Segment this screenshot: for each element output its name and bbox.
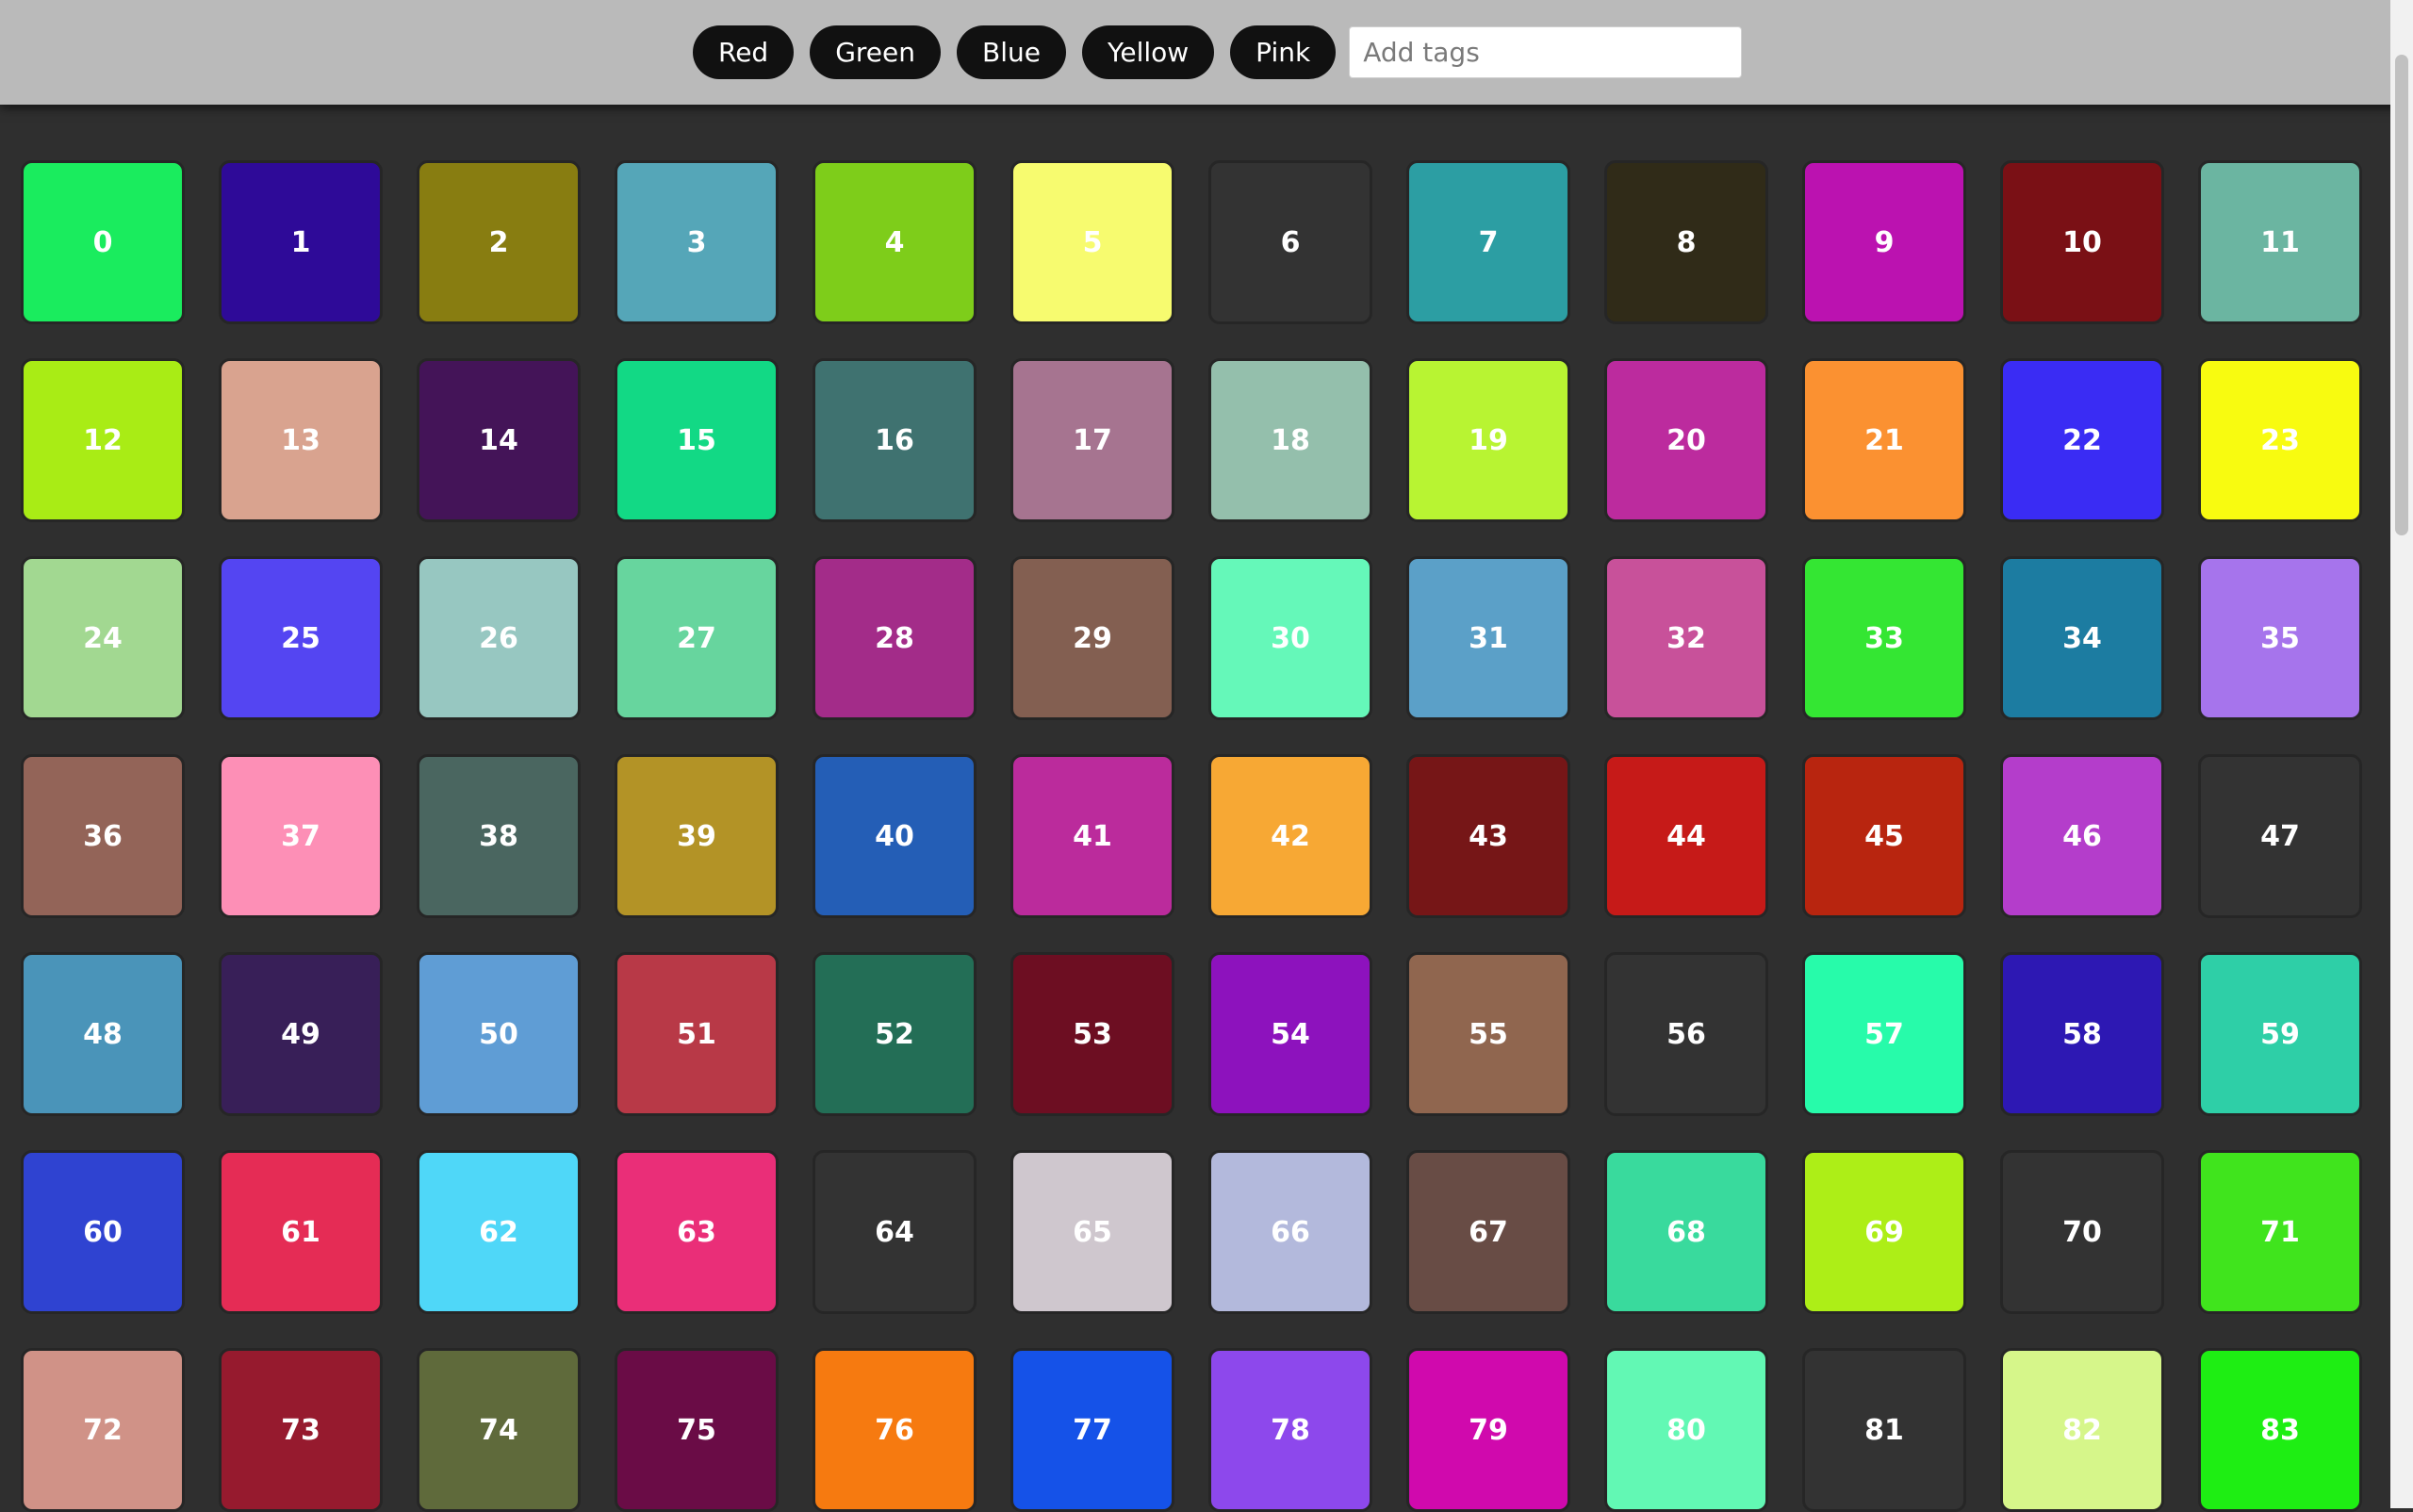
color-tile[interactable]: 17 bbox=[1010, 358, 1174, 522]
color-tile[interactable]: 37 bbox=[219, 754, 383, 918]
color-tile[interactable]: 57 bbox=[1802, 952, 1966, 1116]
color-tile[interactable]: 47 bbox=[2198, 754, 2362, 918]
tag-filter-bar: Red Green Blue Yellow Pink bbox=[693, 25, 1743, 79]
color-tile[interactable]: 0 bbox=[21, 160, 185, 324]
color-tile[interactable]: 42 bbox=[1208, 754, 1372, 918]
color-tile[interactable]: 41 bbox=[1010, 754, 1174, 918]
color-tile[interactable]: 83 bbox=[2198, 1348, 2362, 1512]
color-tile[interactable]: 78 bbox=[1208, 1348, 1372, 1512]
color-tile[interactable]: 29 bbox=[1010, 556, 1174, 720]
color-tile[interactable]: 32 bbox=[1604, 556, 1768, 720]
color-tile[interactable]: 48 bbox=[21, 952, 185, 1116]
color-tile[interactable]: 24 bbox=[21, 556, 185, 720]
color-tile[interactable]: 58 bbox=[2000, 952, 2164, 1116]
color-tile[interactable]: 16 bbox=[813, 358, 977, 522]
color-tile[interactable]: 43 bbox=[1406, 754, 1570, 918]
color-tile[interactable]: 75 bbox=[615, 1348, 779, 1512]
color-tile[interactable]: 22 bbox=[2000, 358, 2164, 522]
tag-red[interactable]: Red bbox=[693, 25, 795, 79]
color-tile[interactable]: 25 bbox=[219, 556, 383, 720]
color-tile[interactable]: 9 bbox=[1802, 160, 1966, 324]
top-toolbar: Red Green Blue Yellow Pink bbox=[0, 0, 2413, 105]
color-tile[interactable]: 46 bbox=[2000, 754, 2164, 918]
color-tile[interactable]: 10 bbox=[2000, 160, 2164, 324]
color-tile[interactable]: 62 bbox=[417, 1150, 581, 1314]
color-tile[interactable]: 77 bbox=[1010, 1348, 1174, 1512]
color-tile[interactable]: 21 bbox=[1802, 358, 1966, 522]
color-tile[interactable]: 15 bbox=[615, 358, 779, 522]
color-tile[interactable]: 19 bbox=[1406, 358, 1570, 522]
color-tile[interactable]: 51 bbox=[615, 952, 779, 1116]
color-tile[interactable]: 45 bbox=[1802, 754, 1966, 918]
color-tile[interactable]: 54 bbox=[1208, 952, 1372, 1116]
color-tile[interactable]: 38 bbox=[417, 754, 581, 918]
color-tile[interactable]: 80 bbox=[1604, 1348, 1768, 1512]
color-tile[interactable]: 66 bbox=[1208, 1150, 1372, 1314]
color-tile[interactable]: 82 bbox=[2000, 1348, 2164, 1512]
color-tile[interactable]: 6 bbox=[1208, 160, 1372, 324]
color-tile[interactable]: 14 bbox=[417, 358, 581, 522]
color-tile[interactable]: 2 bbox=[417, 160, 581, 324]
color-tile[interactable]: 59 bbox=[2198, 952, 2362, 1116]
color-tile[interactable]: 73 bbox=[219, 1348, 383, 1512]
color-tile-grid: 0 1 2 3 4 5 6 7 8 9 10 11 12 13 14 15 16 17 18 19 20 21 22 23 24… bbox=[0, 0, 2390, 1512]
color-tile[interactable]: 1 bbox=[219, 160, 383, 324]
color-tile[interactable]: 33 bbox=[1802, 556, 1966, 720]
color-tile[interactable]: 76 bbox=[813, 1348, 977, 1512]
color-tile[interactable]: 36 bbox=[21, 754, 185, 918]
color-tile[interactable]: 70 bbox=[2000, 1150, 2164, 1314]
color-tile[interactable]: 31 bbox=[1406, 556, 1570, 720]
color-tile[interactable]: 7 bbox=[1406, 160, 1570, 324]
color-tile[interactable]: 74 bbox=[417, 1348, 581, 1512]
color-tile[interactable]: 39 bbox=[615, 754, 779, 918]
color-tile[interactable]: 79 bbox=[1406, 1348, 1570, 1512]
color-tile[interactable]: 52 bbox=[813, 952, 977, 1116]
color-tile[interactable]: 4 bbox=[813, 160, 977, 324]
scrollbar-thumb[interactable] bbox=[2395, 55, 2408, 535]
color-tile[interactable]: 68 bbox=[1604, 1150, 1768, 1314]
tag-blue[interactable]: Blue bbox=[957, 25, 1066, 79]
color-tile[interactable]: 55 bbox=[1406, 952, 1570, 1116]
color-tile[interactable]: 49 bbox=[219, 952, 383, 1116]
color-tile[interactable]: 11 bbox=[2198, 160, 2362, 324]
tag-pink[interactable]: Pink bbox=[1230, 25, 1337, 79]
color-tile[interactable]: 53 bbox=[1010, 952, 1174, 1116]
color-tile[interactable]: 50 bbox=[417, 952, 581, 1116]
color-tile[interactable]: 13 bbox=[219, 358, 383, 522]
color-tile[interactable]: 27 bbox=[615, 556, 779, 720]
color-tile[interactable]: 8 bbox=[1604, 160, 1768, 324]
color-tile[interactable]: 64 bbox=[813, 1150, 977, 1314]
color-tile[interactable]: 65 bbox=[1010, 1150, 1174, 1314]
color-tile[interactable]: 63 bbox=[615, 1150, 779, 1314]
color-tile[interactable]: 34 bbox=[2000, 556, 2164, 720]
color-tile[interactable]: 56 bbox=[1604, 952, 1768, 1116]
color-tile[interactable]: 40 bbox=[813, 754, 977, 918]
color-tile[interactable]: 35 bbox=[2198, 556, 2362, 720]
tag-yellow[interactable]: Yellow bbox=[1081, 25, 1215, 79]
color-tile[interactable]: 81 bbox=[1802, 1348, 1966, 1512]
color-tile[interactable]: 28 bbox=[813, 556, 977, 720]
add-tags-input[interactable] bbox=[1349, 26, 1743, 78]
color-tile[interactable]: 5 bbox=[1010, 160, 1174, 324]
color-tile[interactable]: 20 bbox=[1604, 358, 1768, 522]
color-tile[interactable]: 23 bbox=[2198, 358, 2362, 522]
color-tile[interactable]: 30 bbox=[1208, 556, 1372, 720]
vertical-scrollbar[interactable] bbox=[2390, 0, 2413, 1508]
color-tile[interactable]: 61 bbox=[219, 1150, 383, 1314]
color-tile[interactable]: 72 bbox=[21, 1348, 185, 1512]
color-tile[interactable]: 12 bbox=[21, 358, 185, 522]
color-tile[interactable]: 18 bbox=[1208, 358, 1372, 522]
tag-green[interactable]: Green bbox=[810, 25, 941, 79]
color-tile[interactable]: 71 bbox=[2198, 1150, 2362, 1314]
color-tile[interactable]: 67 bbox=[1406, 1150, 1570, 1314]
color-tile[interactable]: 69 bbox=[1802, 1150, 1966, 1314]
color-tile[interactable]: 44 bbox=[1604, 754, 1768, 918]
color-tile[interactable]: 3 bbox=[615, 160, 779, 324]
color-tile[interactable]: 60 bbox=[21, 1150, 185, 1314]
color-tile[interactable]: 26 bbox=[417, 556, 581, 720]
